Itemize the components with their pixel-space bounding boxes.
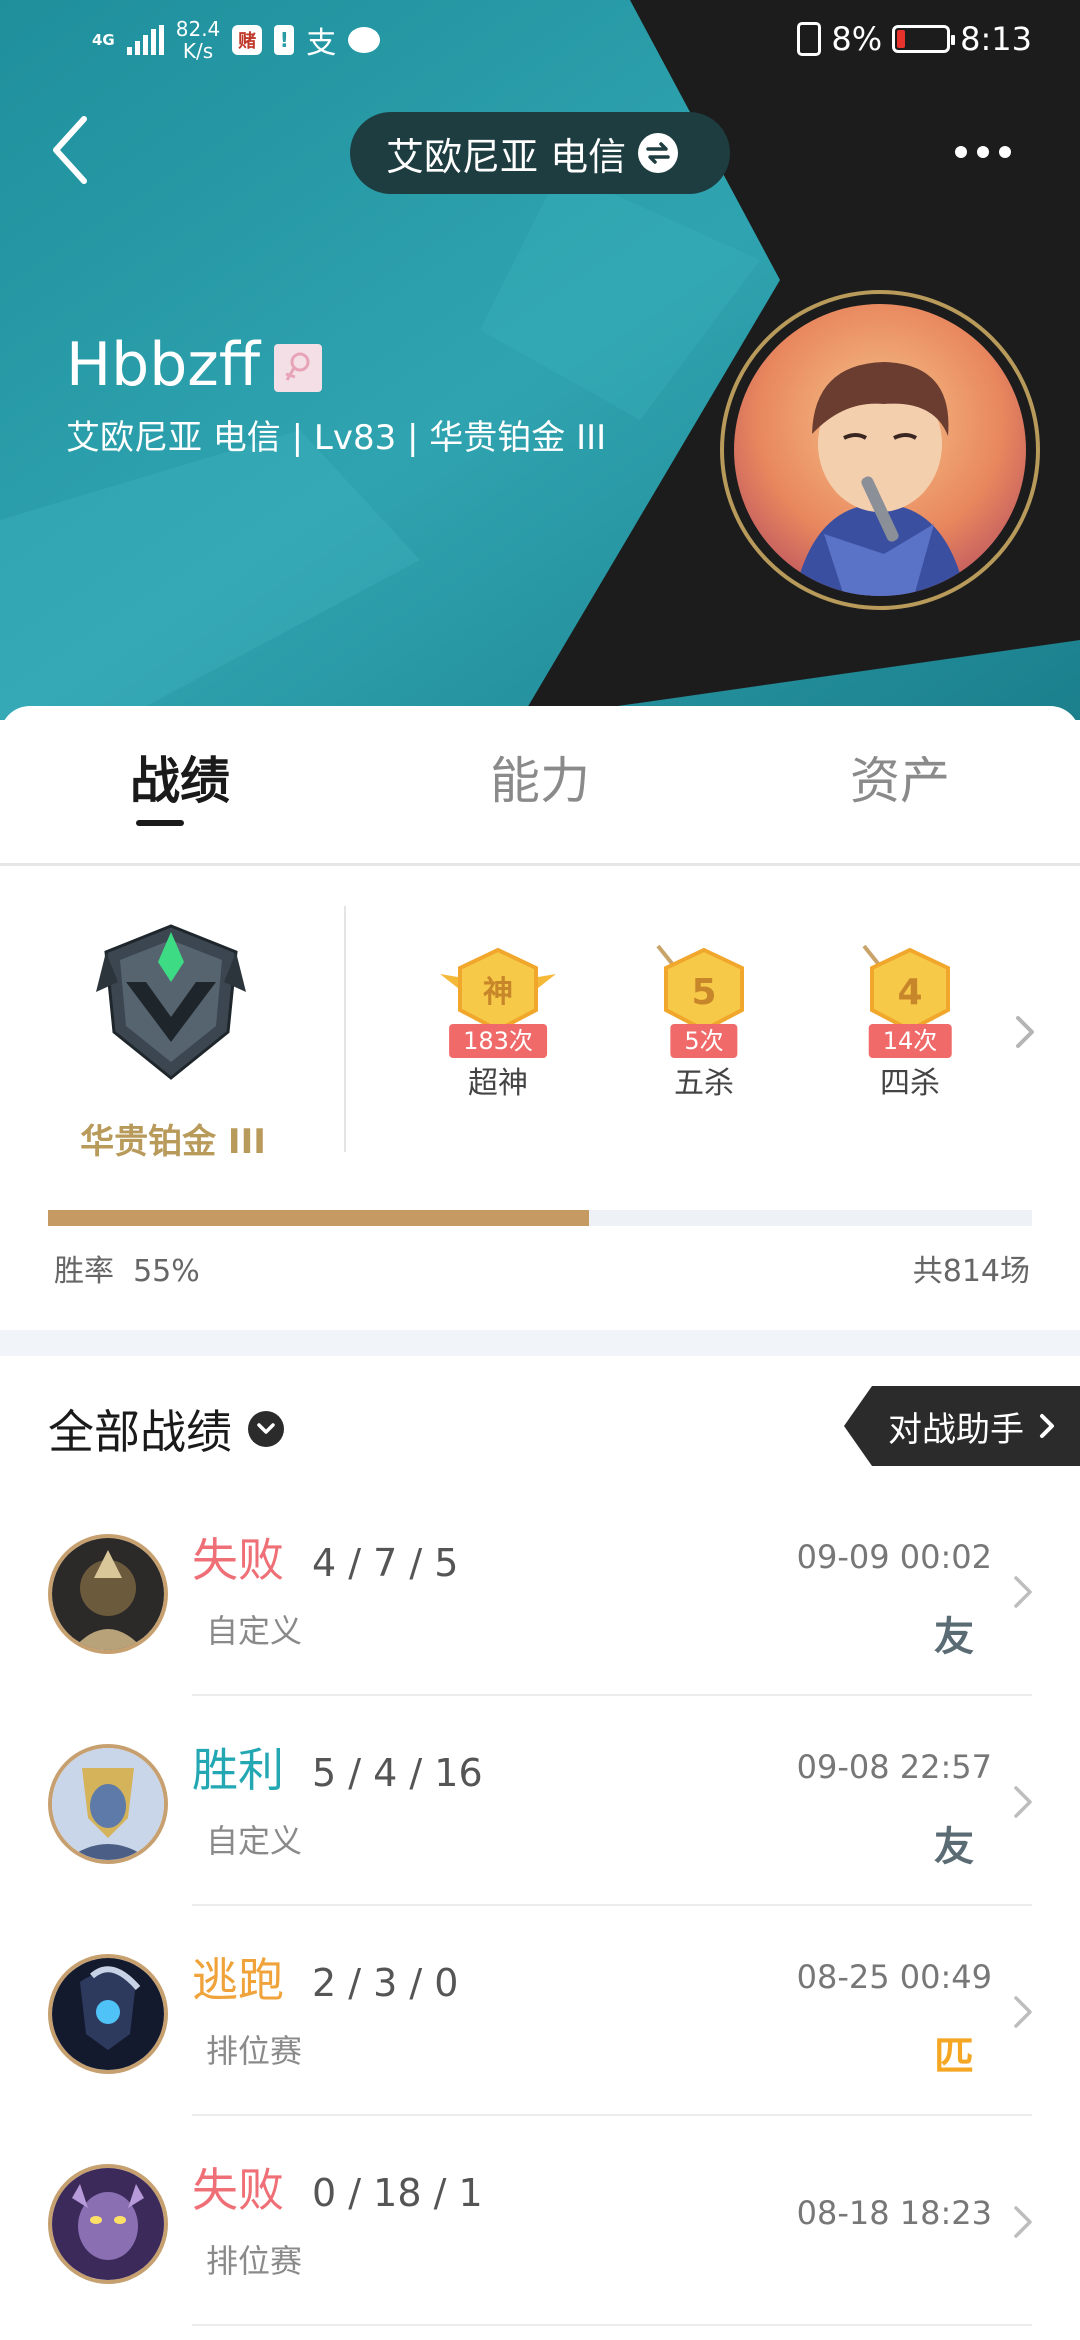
chevron-down-icon xyxy=(248,1411,284,1447)
more-dot-icon xyxy=(955,146,967,158)
divider xyxy=(344,906,346,1152)
medal-label: 超神 xyxy=(468,1066,528,1101)
medal-glyph: 神 xyxy=(483,975,513,1010)
match-result: 失败 xyxy=(192,2163,284,2217)
battery-percent: 8% xyxy=(831,20,883,58)
match-result: 胜利 xyxy=(192,1743,284,1797)
medal-label: 五杀 xyxy=(674,1066,734,1101)
medal-glyph: 4 xyxy=(897,972,922,1013)
swap-icon xyxy=(638,133,679,173)
female-icon xyxy=(274,344,322,392)
alert-icon: ! xyxy=(274,25,295,55)
win-rate-bar xyxy=(48,1210,1032,1226)
player-summary: 艾欧尼亚 电信 | Lv83 | 华贵铂金 III xyxy=(66,418,607,458)
match-row[interactable]: 逃跑 2 / 3 / 0 排位赛 08-25 00:49 匹 xyxy=(0,1906,1080,2116)
chat-icon xyxy=(348,27,381,53)
hero-avatar xyxy=(48,1534,168,1654)
hero-avatar xyxy=(48,1744,168,1864)
player-name: Hbbzff xyxy=(66,330,261,400)
match-mode: 自定义 xyxy=(206,1612,303,1650)
medal-label: 四杀 xyxy=(880,1066,940,1101)
more-dot-icon xyxy=(977,146,989,158)
match-time: 08-18 18:23 xyxy=(796,2194,992,2232)
status-bar: 4G 82.4 K/s 赌 ! 支 8% 8:13 xyxy=(0,0,1080,84)
tab-assets[interactable]: 资产 xyxy=(800,746,1000,816)
match-filter-dropdown[interactable]: 全部战绩 xyxy=(48,1396,284,1462)
chevron-right-icon xyxy=(1014,1576,1032,1608)
match-mode: 自定义 xyxy=(206,1822,303,1860)
medal-count: 183次 xyxy=(449,1024,547,1058)
legendary-badge-icon: 神 xyxy=(440,947,556,1033)
total-matches: 共814场 xyxy=(912,1254,1030,1289)
match-kda: 0 / 18 / 1 xyxy=(312,2171,483,2215)
chevron-right-icon[interactable] xyxy=(1008,1012,1042,1052)
match-mode: 排位赛 xyxy=(206,2242,303,2280)
tab-records[interactable]: 战绩 xyxy=(80,746,280,816)
server-switcher[interactable]: 艾欧尼亚 电信 xyxy=(350,112,730,194)
match-time: 09-09 00:02 xyxy=(796,1538,992,1576)
match-kda: 2 / 3 / 0 xyxy=(312,1961,459,2005)
network-speed: 82.4 K/s xyxy=(175,17,221,63)
rank-name: 华贵铂金 III xyxy=(80,1122,266,1162)
match-list: 失败 4 / 7 / 5 自定义 09-09 00:02 友 胜利 5 / 4 … xyxy=(0,1486,1080,2326)
payment-icon: 支 xyxy=(306,26,337,61)
match-time: 08-25 00:49 xyxy=(796,1958,992,1996)
app-notification-icon: 赌 xyxy=(232,25,263,55)
medal-count: 14次 xyxy=(868,1024,952,1058)
stats-panel: 华贵铂金 III 神 183次 超神 5 5次 五杀 4 14次 四杀 胜率 5… xyxy=(0,866,1080,1326)
chevron-right-icon xyxy=(1014,1996,1032,2028)
win-rate: 胜率 55% xyxy=(54,1254,200,1289)
medal-count: 5次 xyxy=(670,1024,738,1058)
clock: 8:13 xyxy=(960,20,1032,58)
medal-glyph: 5 xyxy=(691,972,716,1013)
medal-penta-kill[interactable]: 5 5次 五杀 xyxy=(624,944,784,1102)
match-history-header: 全部战绩 对战助手 xyxy=(0,1356,1080,1486)
server-name: 艾欧尼亚 电信 xyxy=(386,134,627,179)
battle-assistant-label: 对战助手 xyxy=(888,1409,1024,1450)
back-button[interactable] xyxy=(40,110,100,190)
match-result: 逃跑 xyxy=(192,1953,284,2007)
chevron-right-icon xyxy=(1014,1786,1032,1818)
match-type-tag: 友 xyxy=(934,1614,974,1660)
more-dot-icon xyxy=(999,146,1011,158)
signal-icon xyxy=(126,25,164,55)
match-kda: 5 / 4 / 16 xyxy=(312,1751,483,1795)
medal-legendary[interactable]: 神 183次 超神 xyxy=(418,944,578,1102)
tab-ability[interactable]: 能力 xyxy=(440,746,640,816)
more-options-button[interactable] xyxy=(950,132,1016,172)
match-kda: 4 / 7 / 5 xyxy=(312,1541,459,1585)
match-row[interactable]: 失败 4 / 7 / 5 自定义 09-09 00:02 友 xyxy=(0,1486,1080,1696)
rank-emblem-icon[interactable] xyxy=(96,922,246,1082)
battle-assistant-button[interactable]: 对战助手 xyxy=(844,1386,1080,1466)
back-arrow-icon xyxy=(53,116,87,184)
quadra-kill-badge-icon: 4 xyxy=(862,944,950,1033)
section-divider xyxy=(0,1330,1080,1356)
chevron-right-icon xyxy=(1014,2206,1032,2238)
row-divider xyxy=(192,2324,1032,2326)
match-row[interactable]: 胜利 5 / 4 / 16 自定义 09-08 22:57 友 xyxy=(0,1696,1080,1906)
hero-avatar xyxy=(48,2164,168,2284)
match-mode: 排位赛 xyxy=(206,2032,303,2070)
win-rate-bar-fill xyxy=(48,1210,590,1226)
medal-quadra-kill[interactable]: 4 14次 四杀 xyxy=(830,944,990,1102)
profile-tabs: 战绩 能力 资产 xyxy=(0,706,1080,866)
match-time: 09-08 22:57 xyxy=(796,1748,992,1786)
match-type-tag: 匹 xyxy=(934,2034,974,2080)
match-type-tag: 友 xyxy=(934,1824,974,1870)
network-type: 4G xyxy=(92,30,115,49)
match-row[interactable]: 失败 0 / 18 / 1 排位赛 08-18 18:23 xyxy=(0,2116,1080,2326)
profile-header: 4G 82.4 K/s 赌 ! 支 8% 8:13 艾欧尼亚 电信 Hbbzff… xyxy=(0,0,1080,720)
penta-kill-badge-icon: 5 xyxy=(656,944,744,1033)
battery-icon xyxy=(892,25,956,53)
match-history-title: 全部战绩 xyxy=(48,1405,232,1459)
vibrate-icon xyxy=(797,22,822,56)
active-tab-indicator xyxy=(136,820,184,826)
chevron-right-icon xyxy=(1040,1414,1054,1438)
avatar-image xyxy=(734,304,1026,596)
hero-avatar xyxy=(48,1954,168,2074)
player-avatar[interactable] xyxy=(720,290,1040,610)
match-result: 失败 xyxy=(192,1533,284,1587)
